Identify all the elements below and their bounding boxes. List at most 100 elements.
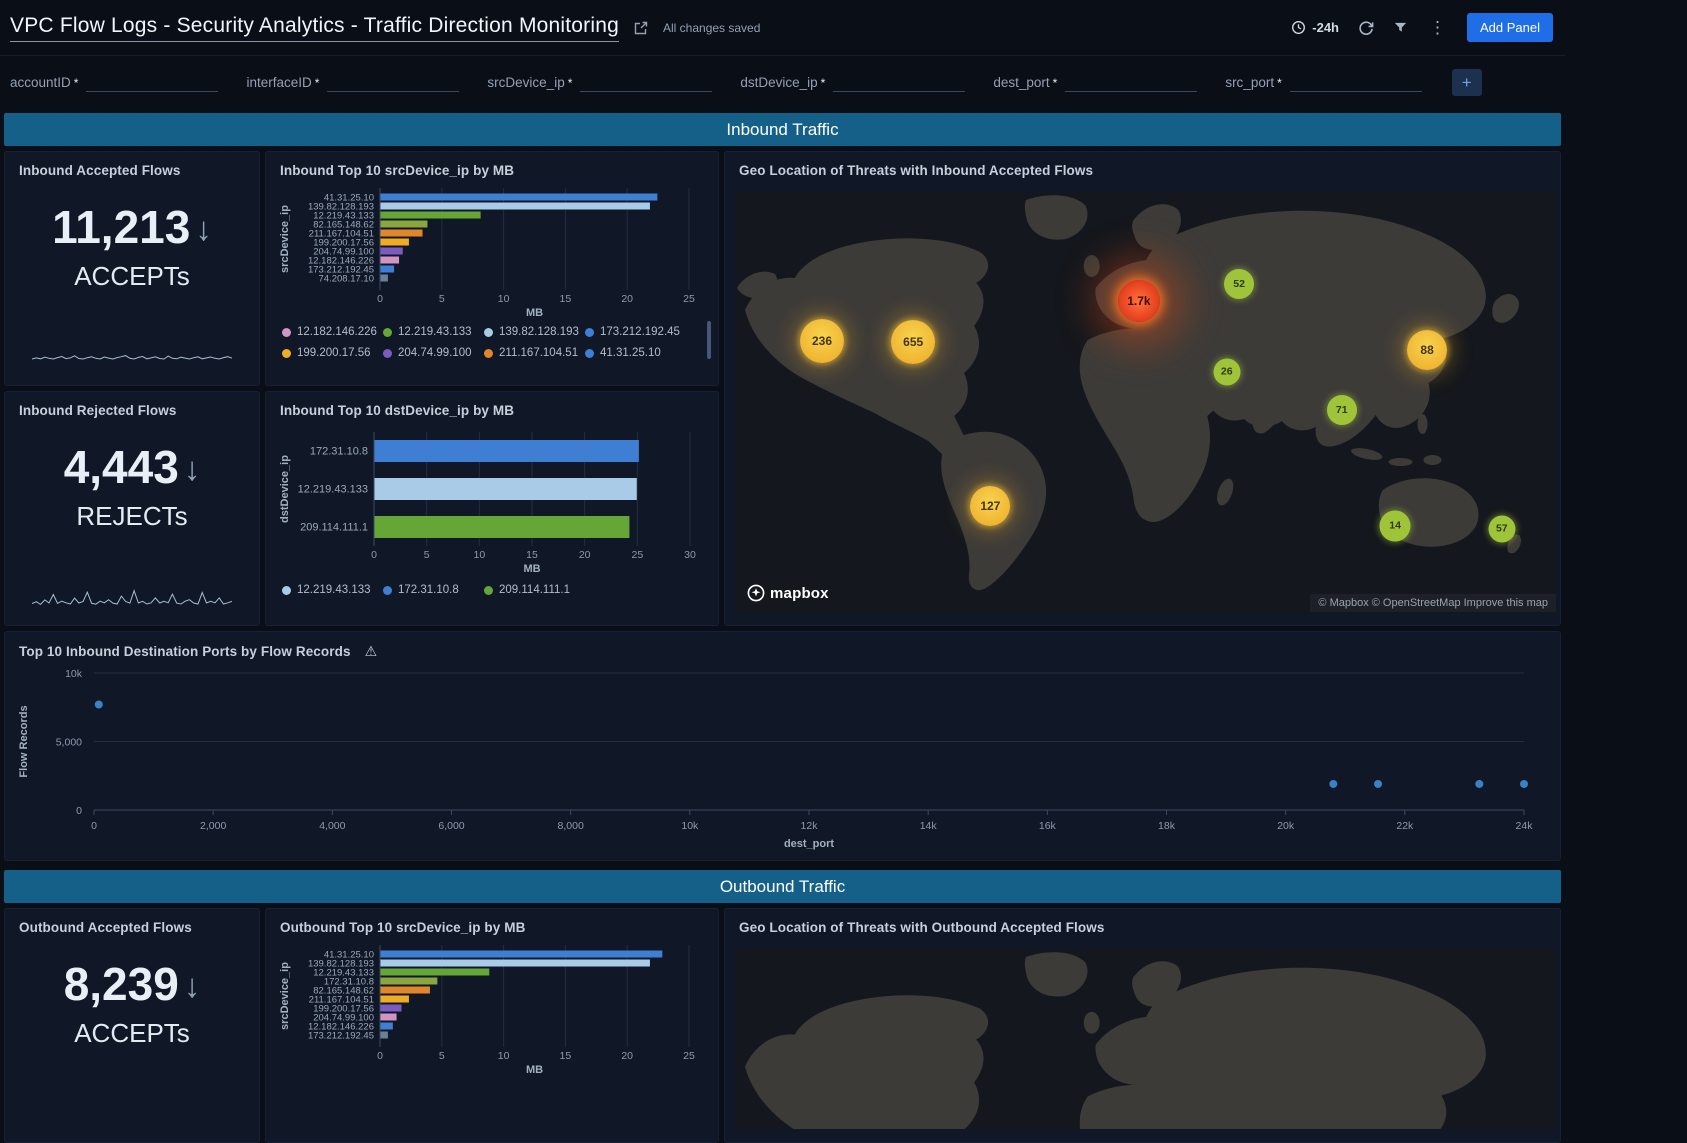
- chart-legend: 12.219.43.133172.31.10.8209.114.111.1: [266, 578, 718, 605]
- panel-title: Inbound Accepted Flows: [5, 152, 194, 178]
- svg-text:10: 10: [498, 293, 510, 305]
- legend-item[interactable]: 204.74.99.100: [383, 347, 484, 359]
- outbound-src-bar-chart[interactable]: 051015202541.31.25.10139.82.128.19312.21…: [276, 941, 710, 1077]
- panel-geo-inbound: Geo Location of Threats with Inbound Acc…: [724, 151, 1561, 626]
- legend-dot: [585, 328, 594, 337]
- map-marker[interactable]: 127: [970, 486, 1010, 526]
- svg-text:dest_port: dest_port: [784, 838, 834, 850]
- svg-text:14k: 14k: [920, 820, 938, 832]
- map-marker[interactable]: 14: [1380, 510, 1411, 541]
- interfaceID-input[interactable]: [327, 73, 459, 92]
- legend-dot: [484, 349, 493, 358]
- panel-inbound-dst-top10: Inbound Top 10 dstDevice_ip by MB 051015…: [265, 391, 719, 626]
- map-marker[interactable]: 57: [1488, 515, 1515, 542]
- accepted-count: 11,213↓: [52, 202, 212, 253]
- svg-text:dstDevice_ip: dstDevice_ip: [279, 455, 291, 523]
- save-status: All changes saved: [663, 21, 760, 35]
- svg-text:5: 5: [439, 293, 445, 305]
- legend-dot: [383, 328, 392, 337]
- time-range-button[interactable]: -24h: [1291, 20, 1339, 35]
- svg-text:25: 25: [683, 293, 695, 305]
- legend-label: 139.82.128.193: [499, 326, 579, 338]
- map-attribution[interactable]: © Mapbox © OpenStreetMap Improve this ma…: [1310, 594, 1556, 612]
- svg-text:15: 15: [560, 1050, 572, 1062]
- panel-outbound-accepted-flows: Outbound Accepted Flows 8,239↓ ACCEPTs: [4, 908, 260, 1143]
- panel-title: Inbound Top 10 dstDevice_ip by MB: [266, 392, 718, 418]
- chart-legend: 12.182.146.226 12.219.43.133 139.82.128.19…: [266, 320, 718, 368]
- section-header-inbound: Inbound Traffic: [4, 113, 1561, 146]
- mapbox-logo[interactable]: mapbox: [747, 584, 829, 602]
- svg-text:20: 20: [621, 1050, 633, 1062]
- warning-icon[interactable]: ⚠: [365, 643, 378, 659]
- srcDevice_ip-input[interactable]: [580, 73, 712, 92]
- legend-label: 12.219.43.133: [398, 326, 472, 338]
- trend-down-icon: ↓: [184, 451, 201, 487]
- map-marker[interactable]: 88: [1407, 330, 1447, 370]
- outbound-threat-map[interactable]: [735, 949, 1556, 1129]
- dashboard-title[interactable]: VPC Flow Logs - Security Analytics - Tra…: [10, 14, 619, 42]
- filter-dstDevice_ip: dstDevice_ip*: [740, 73, 965, 92]
- dstDevice_ip-input[interactable]: [833, 73, 965, 92]
- required-marker: *: [1053, 76, 1058, 90]
- map-marker[interactable]: 52: [1224, 269, 1254, 299]
- svg-text:5: 5: [439, 1050, 445, 1062]
- add-filter-button[interactable]: +: [1452, 69, 1482, 96]
- dashboard: VPC Flow Logs - Security Analytics - Tra…: [0, 0, 1565, 1143]
- accepted-unit-label: ACCEPTs: [74, 261, 190, 292]
- rejected-count: 4,443↓: [64, 442, 201, 493]
- svg-text:Flow Records: Flow Records: [18, 705, 30, 777]
- filter-label: dest_port*: [993, 75, 1057, 90]
- panel-inbound-ports: Top 10 Inbound Destination Ports by Flow…: [4, 631, 1561, 861]
- required-marker: *: [1277, 76, 1282, 90]
- svg-text:5: 5: [424, 549, 430, 561]
- map-marker[interactable]: 26: [1213, 358, 1240, 385]
- dest_port-input[interactable]: [1065, 73, 1197, 92]
- legend-item[interactable]: 12.182.146.226: [282, 326, 383, 338]
- legend-item[interactable]: 173.212.192.45: [585, 326, 686, 338]
- svg-text:10k: 10k: [681, 820, 699, 832]
- rejected-unit-label: REJECTs: [76, 501, 187, 532]
- map-marker[interactable]: 236: [800, 319, 844, 363]
- filter-icon[interactable]: [1393, 20, 1408, 35]
- svg-text:5,000: 5,000: [56, 737, 82, 749]
- kebab-menu-icon[interactable]: ⋮: [1427, 18, 1448, 38]
- refresh-icon[interactable]: [1358, 20, 1374, 36]
- legend-item[interactable]: 12.219.43.133: [383, 326, 484, 338]
- panel-inbound-accepted-flows: Inbound Accepted Flows 11,213↓ ACCEPTs: [4, 151, 260, 386]
- world-map: [735, 192, 1556, 612]
- world-map: [735, 949, 1556, 1129]
- legend-scrollbar[interactable]: [707, 321, 711, 359]
- legend-item[interactable]: 12.219.43.133: [282, 584, 383, 596]
- map-marker[interactable]: 71: [1327, 395, 1357, 425]
- svg-text:MB: MB: [526, 307, 543, 319]
- accountID-input[interactable]: [86, 73, 218, 92]
- inbound-threat-map[interactable]: mapbox © Mapbox © OpenStreetMap Improve …: [735, 192, 1556, 612]
- map-marker[interactable]: 655: [891, 320, 935, 364]
- inbound-dst-bar-chart[interactable]: 051015202530172.31.10.812.219.43.133209.…: [276, 424, 710, 578]
- panel-title: Outbound Accepted Flows: [5, 909, 206, 935]
- legend-item[interactable]: 41.31.25.10: [585, 347, 686, 359]
- svg-text:2,000: 2,000: [200, 820, 226, 832]
- svg-text:0: 0: [371, 549, 377, 561]
- legend-item[interactable]: 209.114.111.1: [484, 584, 585, 596]
- panel-title: Inbound Rejected Flows: [5, 392, 190, 418]
- legend-item[interactable]: 139.82.128.193: [484, 326, 585, 338]
- map-marker[interactable]: 1.7k: [1118, 280, 1160, 322]
- legend-dot: [484, 328, 493, 337]
- inbound-src-bar-chart[interactable]: 051015202541.31.25.10139.82.128.19312.21…: [276, 184, 710, 320]
- legend-label: 41.31.25.10: [600, 347, 661, 359]
- src_port-input[interactable]: [1290, 73, 1422, 92]
- required-marker: *: [568, 76, 573, 90]
- panel-geo-outbound: Geo Location of Threats with Outbound Ac…: [724, 908, 1561, 1143]
- panel-outbound-src-top10: Outbound Top 10 srcDevice_ip by MB 05101…: [265, 908, 719, 1143]
- add-panel-button[interactable]: Add Panel: [1467, 13, 1553, 42]
- panel-inbound-rejected-flows: Inbound Rejected Flows 4,443↓ REJECTs: [4, 391, 260, 626]
- legend-item[interactable]: 199.200.17.56: [282, 347, 383, 359]
- legend-item[interactable]: 211.167.104.51: [484, 347, 585, 359]
- legend-item[interactable]: 172.31.10.8: [383, 584, 484, 596]
- required-marker: *: [821, 76, 826, 90]
- share-icon[interactable]: [633, 20, 649, 36]
- ports-scatter-chart[interactable]: 05,00010k02,0004,0006,0008,00010k12k14k1…: [5, 660, 1558, 852]
- panel-inbound-src-top10: Inbound Top 10 srcDevice_ip by MB 051015…: [265, 151, 719, 386]
- legend-label: 199.200.17.56: [297, 347, 371, 359]
